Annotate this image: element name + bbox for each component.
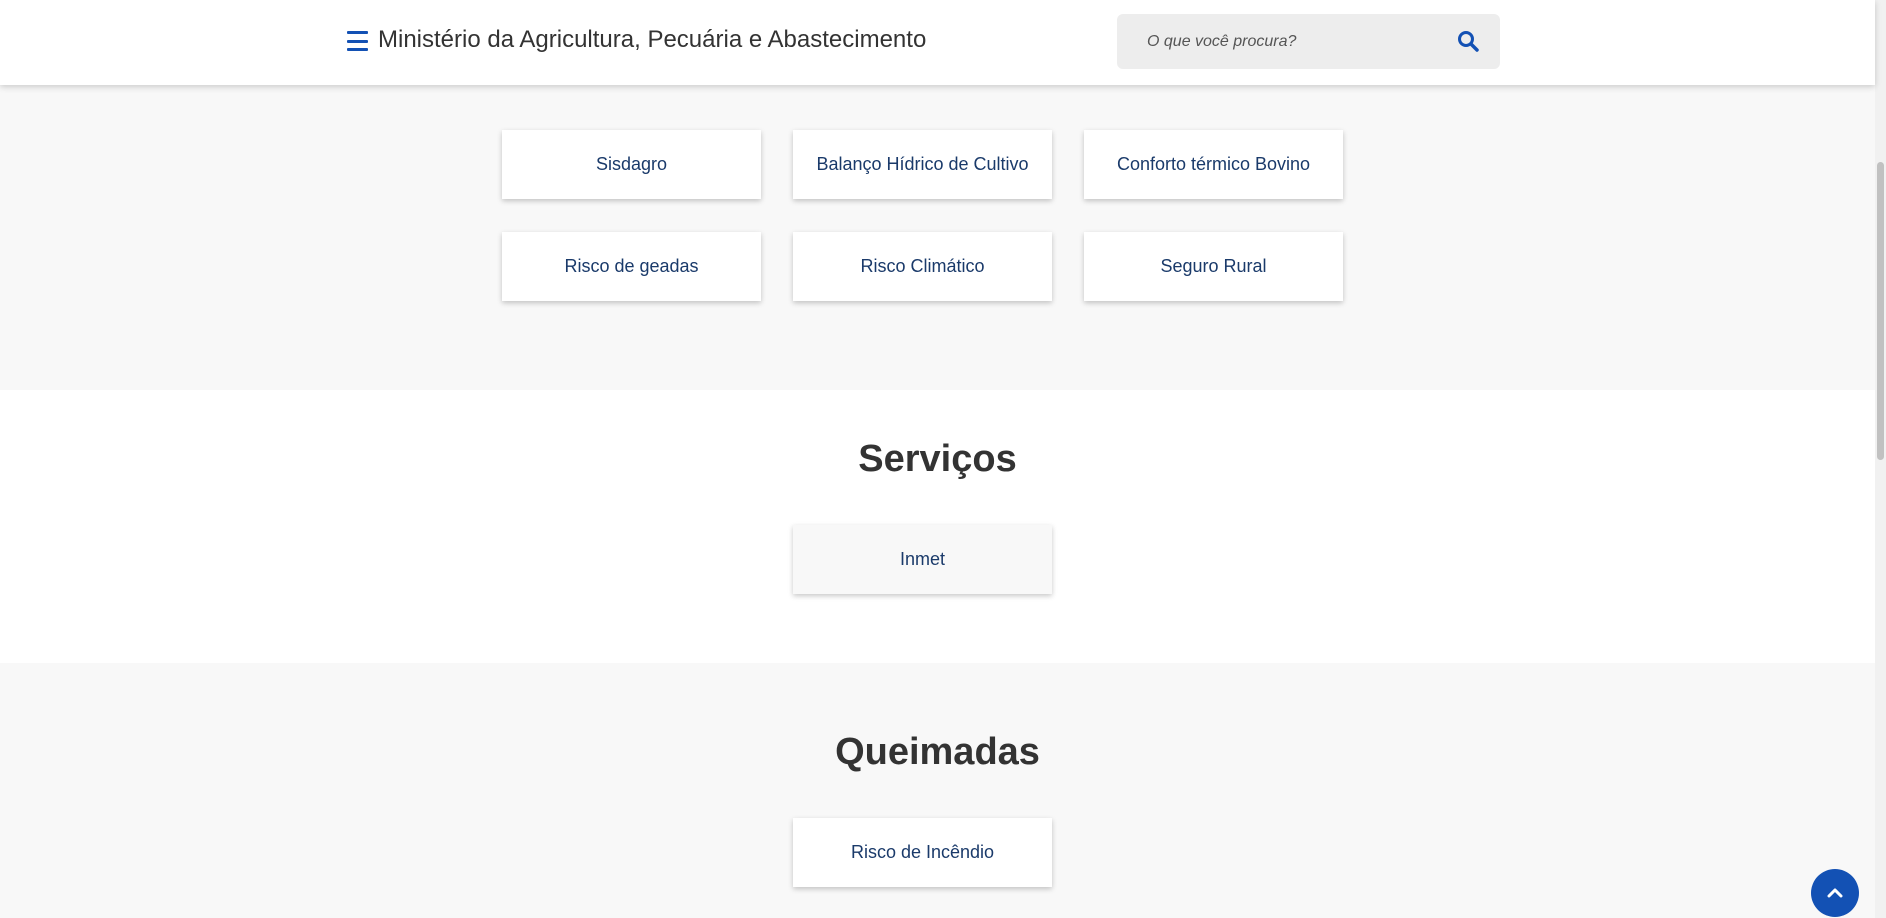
card-balanco-hidrico[interactable]: Balanço Hídrico de Cultivo <box>793 130 1052 199</box>
card-inmet[interactable]: Inmet <box>793 525 1052 594</box>
section-title-servicos: Serviços <box>858 438 1017 480</box>
page: Sisdagro Balanço Hídrico de Cultivo Conf… <box>0 0 1886 918</box>
search-box <box>1117 14 1500 69</box>
section-title-queimadas: Queimadas <box>835 731 1040 773</box>
back-to-top-button[interactable] <box>1811 869 1859 917</box>
card-conforto-termico[interactable]: Conforto térmico Bovino <box>1084 130 1343 199</box>
chevron-up-icon <box>1827 888 1843 898</box>
card-seguro-rural[interactable]: Seguro Rural <box>1084 232 1343 301</box>
section-queimadas: Queimadas Risco de Incêndio <box>0 663 1875 918</box>
vertical-scrollbar[interactable] <box>1875 0 1886 918</box>
site-header: Ministério da Agricultura, Pecuária e Ab… <box>0 0 1875 85</box>
section-servicos: Serviços Inmet <box>0 390 1875 663</box>
site-title[interactable]: Ministério da Agricultura, Pecuária e Ab… <box>378 26 926 54</box>
search-icon[interactable] <box>1456 29 1482 55</box>
card-sisdagro[interactable]: Sisdagro <box>502 130 761 199</box>
card-risco-climatico[interactable]: Risco Climático <box>793 232 1052 301</box>
card-risco-incendio[interactable]: Risco de Incêndio <box>793 818 1052 887</box>
card-risco-geadas[interactable]: Risco de geadas <box>502 232 761 301</box>
scrollbar-thumb[interactable] <box>1877 162 1884 460</box>
main-content: Sisdagro Balanço Hídrico de Cultivo Conf… <box>0 0 1875 918</box>
search-input[interactable] <box>1117 14 1447 69</box>
hamburger-icon[interactable] <box>347 30 369 52</box>
